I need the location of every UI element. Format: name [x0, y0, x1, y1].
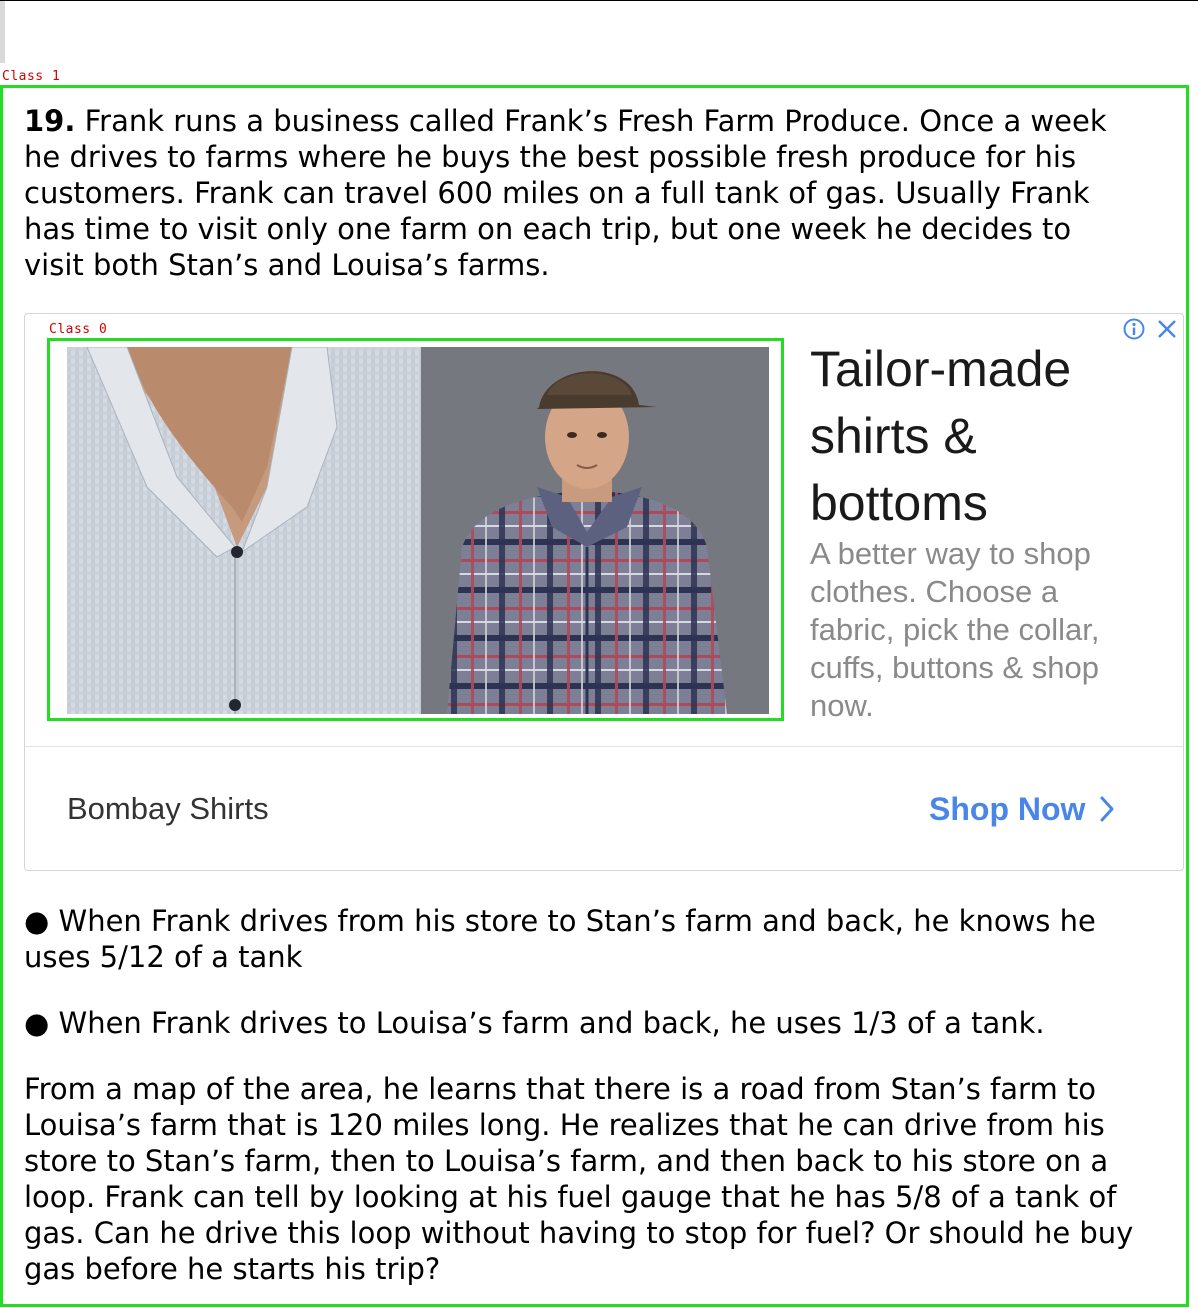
shop-now-button[interactable]: Shop Now — [929, 789, 1115, 829]
ad-headline-line: Tailor-made — [810, 341, 1072, 397]
intro-line: he drives to farms where he buys the bes… — [24, 140, 1077, 174]
inner-annotation-label: Class 0 — [49, 322, 108, 337]
bullet-louisa: ● When Frank drives to Louisa’s farm and… — [24, 1005, 1184, 1041]
ad-headline-line: shirts & — [810, 408, 977, 464]
closing-line: gas. Can he drive this loop without havi… — [24, 1216, 1134, 1250]
ad-description-line: now. — [810, 688, 874, 723]
question-intro: 19. Frank runs a business called Frank’s… — [24, 103, 1184, 283]
intro-line: 19. Frank runs a business called Frank’s… — [24, 103, 1184, 139]
ad-description-line: fabric, pick the collar, — [810, 612, 1100, 647]
question-closing: From a map of the area, he learns that t… — [24, 1071, 1184, 1287]
closing-line: store to Stan’s farm, then to Louisa’s f… — [24, 1144, 1109, 1178]
ad-divider — [25, 746, 1183, 747]
ad-description-line: cuffs, buttons & shop — [810, 650, 1099, 685]
bullet-line: ● When Frank drives to Louisa’s farm and… — [24, 1006, 1045, 1040]
bullet-line: ● When Frank drives from his store to St… — [24, 904, 1096, 938]
ad-description-line: A better way to shop — [810, 536, 1091, 571]
chevron-right-icon — [1100, 796, 1114, 822]
intro-line-text: Frank runs a business called Frank’s Fre… — [75, 104, 1107, 138]
intro-line: visit both Stan’s and Louisa’s farms. — [24, 248, 550, 282]
inner-annotation-box — [47, 338, 784, 721]
outer-annotation-label: Class 1 — [2, 69, 61, 84]
closing-line: loop. Frank can tell by looking at his f… — [24, 1180, 1117, 1214]
closing-line: gas before he starts his trip? — [24, 1252, 441, 1286]
ad-brand-name[interactable]: Bombay Shirts — [67, 790, 269, 828]
top-rule — [0, 0, 1198, 1]
bullet-line: uses 5/12 of a tank — [24, 940, 303, 974]
bullet-stan: ● When Frank drives from his store to St… — [24, 903, 1184, 975]
ad-headline[interactable]: Tailor-made shirts & bottoms — [810, 336, 1140, 537]
intro-line: customers. Frank can travel 600 miles on… — [24, 176, 1090, 210]
ad-headline-line: bottoms — [810, 475, 988, 531]
ad-description-line: clothes. Choose a — [810, 574, 1059, 609]
closing-line: Louisa’s farm that is 120 miles long. He… — [24, 1108, 1105, 1142]
shop-now-label: Shop Now — [929, 791, 1086, 827]
question-number: 19. — [24, 104, 76, 138]
close-icon[interactable] — [1156, 318, 1178, 340]
left-edge-shadow — [0, 1, 5, 63]
ad-description: A better way to shop clothes. Choose a f… — [810, 535, 1150, 725]
intro-line: has time to visit only one farm on each … — [24, 212, 1072, 246]
closing-line: From a map of the area, he learns that t… — [24, 1072, 1097, 1106]
